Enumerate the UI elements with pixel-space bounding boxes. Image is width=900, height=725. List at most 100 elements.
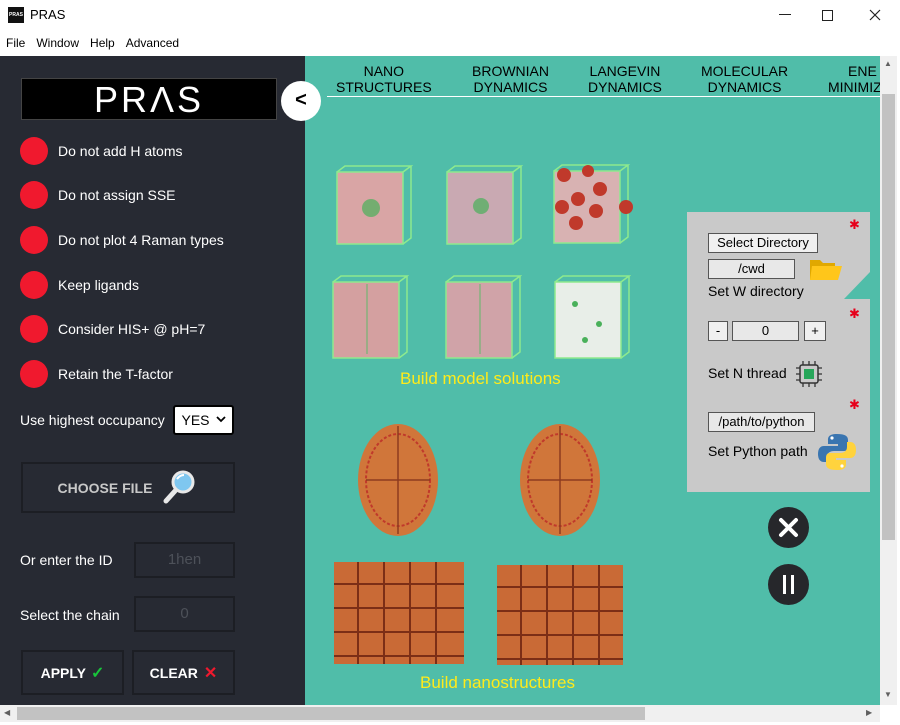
scroll-left-icon[interactable]: ◀ [4, 708, 10, 717]
build-nanostructures-label[interactable]: Build nanostructures [420, 673, 575, 693]
folder-icon[interactable] [809, 256, 843, 282]
nanoparticle-thumbnail[interactable] [356, 422, 440, 538]
solution-box-thumbnail[interactable] [551, 274, 631, 362]
tab-nano-structures[interactable]: NANO STRUCTURES [336, 63, 432, 95]
checkmark-icon: ✓ [90, 664, 105, 682]
select-directory-button[interactable]: Select Directory [708, 233, 818, 253]
toggle-dot[interactable] [20, 226, 48, 254]
maximize-icon [821, 9, 833, 21]
close-icon [869, 9, 881, 21]
pause-button[interactable] [768, 564, 809, 605]
gear-icon[interactable]: ✱ [849, 307, 860, 320]
python-icon [818, 434, 856, 470]
wdir-label: Set W directory [708, 283, 804, 299]
occupancy-select[interactable]: YES [173, 405, 234, 435]
option-his-plus[interactable]: Consider HIS+ @ pH=7 [20, 315, 205, 343]
pdb-id-input[interactable]: 1hen [134, 542, 235, 578]
vertical-scroll-thumb[interactable] [882, 94, 895, 540]
menu-file[interactable]: File [6, 36, 25, 50]
collapse-sidebar-button[interactable]: < [281, 81, 321, 121]
clear-label: CLEAR [149, 664, 198, 681]
horizontal-scroll-thumb[interactable] [17, 707, 645, 720]
solution-box-thumbnail[interactable] [442, 274, 522, 362]
chain-label: Select the chain [20, 607, 120, 623]
tab-label-line: MOLECULAR [701, 63, 789, 79]
scroll-up-icon[interactable]: ▲ [884, 59, 892, 68]
minimize-icon [779, 14, 791, 15]
tab-langevin-dynamics[interactable]: LANGEVIN DYNAMICS [588, 63, 662, 95]
settings-panel: ✱ Select Directory /cwd Set W directory … [687, 212, 870, 492]
cwd-field[interactable]: /cwd [708, 259, 795, 279]
clear-button[interactable]: CLEAR ✕ [132, 650, 235, 695]
tab-label-line: STRUCTURES [336, 79, 432, 95]
menu-window[interactable]: Window [36, 36, 79, 50]
pras-logo: PRΛS [21, 78, 277, 120]
option-keep-ligands[interactable]: Keep ligands [20, 271, 139, 299]
solution-box-thumbnail[interactable] [333, 164, 413, 248]
maximize-button[interactable] [804, 0, 850, 30]
scroll-right-icon[interactable]: ▶ [866, 708, 872, 717]
apply-label: APPLY [40, 664, 86, 681]
tab-label-line: DYNAMICS [588, 79, 662, 95]
vertical-scrollbar[interactable]: ▲ ▼ [880, 56, 897, 705]
option-no-h-atoms[interactable]: Do not add H atoms [20, 137, 183, 165]
build-model-solutions-label[interactable]: Build model solutions [400, 369, 561, 389]
gear-icon[interactable]: ✱ [849, 218, 860, 231]
choose-file-button[interactable]: CHOOSE FILE [21, 462, 235, 513]
toggle-dot[interactable] [20, 137, 48, 165]
option-label: Do not assign SSE [58, 187, 176, 203]
app-icon: PRAS [8, 7, 24, 23]
thread-count-field[interactable]: 0 [732, 321, 799, 341]
option-t-factor[interactable]: Retain the T-factor [20, 360, 173, 388]
close-icon [779, 518, 798, 537]
solution-box-thumbnail[interactable] [548, 161, 636, 249]
tab-label-line: BROWNIAN [472, 63, 549, 79]
horizontal-scrollbar[interactable]: ◀ ▶ [0, 705, 880, 722]
python-path-field[interactable]: /path/to/python [708, 412, 815, 432]
thread-increment-button[interactable]: + [804, 321, 826, 341]
close-panel-button[interactable] [768, 507, 809, 548]
option-label: Do not plot 4 Raman types [58, 232, 224, 248]
sidebar: PRΛS Do not add H atoms Do not assign SS… [0, 56, 305, 705]
menu-advanced[interactable]: Advanced [126, 36, 179, 50]
option-label: Consider HIS+ @ pH=7 [58, 321, 206, 337]
gear-icon[interactable]: ✱ [849, 398, 860, 411]
menu-help[interactable]: Help [90, 36, 115, 50]
solution-box-thumbnail[interactable] [329, 274, 409, 362]
scroll-down-icon[interactable]: ▼ [884, 690, 892, 699]
option-label: Retain the T-factor [58, 366, 173, 382]
tab-energy-minimization[interactable]: ENE MINIMIZ [828, 63, 880, 95]
chain-input[interactable]: 0 [134, 596, 235, 632]
tab-underline [327, 96, 880, 97]
nanotube-thumbnail[interactable] [332, 558, 468, 668]
occupancy-label: Use highest occupancy [20, 412, 165, 428]
thread-label: Set N thread [708, 365, 787, 381]
python-path-label: Set Python path [708, 443, 808, 459]
thread-decrement-button[interactable]: - [708, 321, 728, 341]
toggle-dot[interactable] [20, 271, 48, 299]
toggle-dot[interactable] [20, 315, 48, 343]
nanotube-thumbnail[interactable] [495, 561, 627, 669]
option-no-raman[interactable]: Do not plot 4 Raman types [20, 226, 224, 254]
tab-label-line: MINIMIZ [828, 79, 880, 95]
panel-notch [844, 272, 870, 299]
tab-label-line: ENE [848, 63, 877, 79]
tab-brownian-dynamics[interactable]: BROWNIAN DYNAMICS [472, 63, 549, 95]
occupancy-value: YES [181, 412, 210, 428]
solution-box-thumbnail[interactable] [443, 164, 523, 248]
choose-file-label: CHOOSE FILE [57, 479, 153, 496]
tab-label-line: LANGEVIN [589, 63, 661, 79]
toggle-dot[interactable] [20, 181, 48, 209]
app-window: PRAS PRAS File Window Help Advanced PRΛS… [0, 0, 900, 725]
pause-icon [783, 575, 794, 594]
toggle-dot[interactable] [20, 360, 48, 388]
apply-button[interactable]: APPLY ✓ [21, 650, 124, 695]
option-no-sse[interactable]: Do not assign SSE [20, 181, 176, 209]
cpu-chip-icon [796, 361, 822, 387]
nanoparticle-thumbnail[interactable] [518, 422, 602, 538]
tab-molecular-dynamics[interactable]: MOLECULAR DYNAMICS [701, 63, 788, 95]
close-button[interactable] [852, 0, 898, 30]
tab-label-line: DYNAMICS [473, 79, 548, 95]
minimize-button[interactable] [762, 0, 808, 30]
option-label: Do not add H atoms [58, 143, 183, 159]
